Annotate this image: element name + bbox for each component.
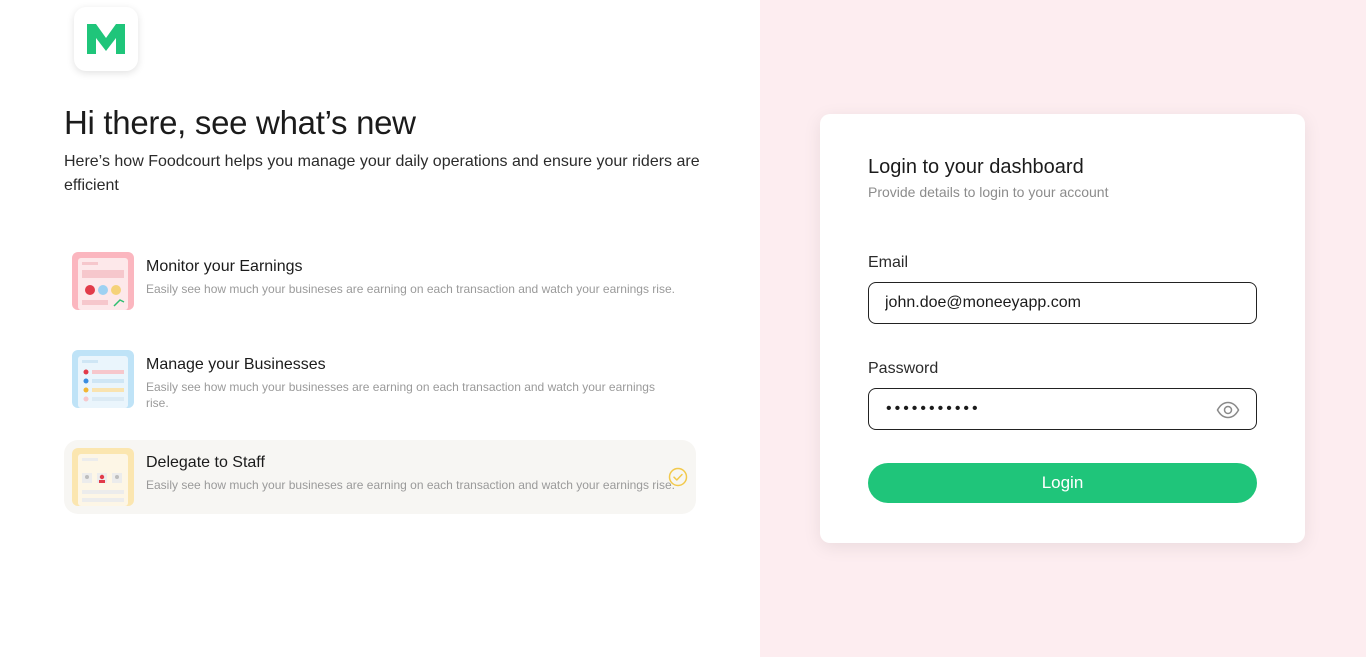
password-label: Password <box>868 360 939 377</box>
logo-m-icon <box>87 24 125 54</box>
login-card: Login to your dashboard Provide details … <box>820 114 1305 543</box>
feature-description: Easily see how much your busineses are e… <box>146 282 675 296</box>
password-mask: ••••••••••• <box>886 400 981 417</box>
page-subtitle: Here’s how Foodcourt helps you manage yo… <box>64 153 700 194</box>
email-field[interactable] <box>868 282 1257 324</box>
app-logo <box>74 7 138 71</box>
login-subtitle: Provide details to login to your account <box>868 184 1109 200</box>
login-title: Login to your dashboard <box>868 156 1084 178</box>
eye-icon[interactable] <box>1216 398 1240 422</box>
feature-item-businesses[interactable]: Manage your Businesses Easily see how mu… <box>64 342 696 416</box>
earnings-thumbnail <box>72 252 134 310</box>
feature-title: Monitor your Earnings <box>146 258 303 275</box>
feature-title: Manage your Businesses <box>146 356 326 373</box>
businesses-thumbnail <box>72 350 134 408</box>
feature-item-earnings[interactable]: Monitor your Earnings Easily see how muc… <box>64 244 696 318</box>
feature-title: Delegate to Staff <box>146 454 265 471</box>
staff-thumbnail <box>72 448 134 506</box>
feature-description: Easily see how much your busineses are e… <box>146 478 675 492</box>
email-label: Email <box>868 254 909 271</box>
page-title: Hi there, see what’s new <box>64 104 416 141</box>
login-button[interactable]: Login <box>868 463 1257 503</box>
feature-item-staff[interactable]: Delegate to Staff Easily see how much yo… <box>64 440 696 514</box>
check-circle-icon <box>668 467 688 487</box>
feature-description: Easily see how much your businesses are … <box>146 380 655 410</box>
intro-panel: Hi there, see what’s new Here’s how Food… <box>0 0 760 657</box>
